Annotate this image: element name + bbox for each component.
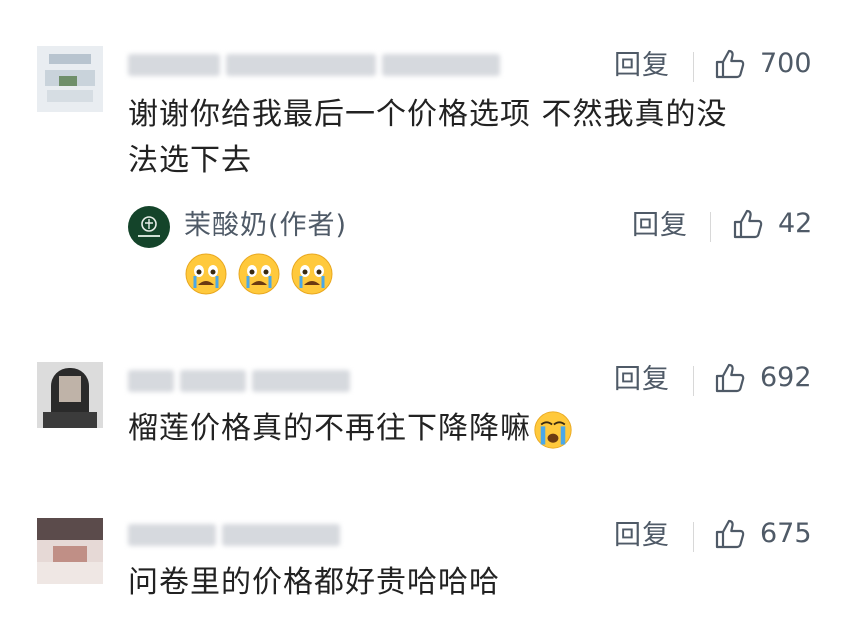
like-button[interactable]: 700 (714, 46, 812, 82)
thumbs-up-icon (715, 49, 745, 79)
like-count: 700 (760, 48, 812, 79)
comment-text: 榴莲价格真的不再往下降降嘛 (128, 406, 818, 452)
crying-face-icon (185, 253, 227, 295)
comment-text: 谢谢你给我最后一个价格选项 不然我真的没 法选下去 (128, 92, 818, 184)
reply-button[interactable]: 回复 (632, 208, 688, 244)
reply-button[interactable]: 回复 (614, 518, 670, 554)
comment-text-line: 法选下去 (128, 143, 252, 178)
username-blurred[interactable] (128, 524, 346, 546)
thumbs-up-icon (733, 209, 763, 239)
like-count: 42 (778, 208, 813, 239)
reply-button[interactable]: 回复 (614, 48, 670, 84)
author-name[interactable]: 茉酸奶(作者) (184, 208, 347, 244)
comment-list: 回复 700 谢谢你给我最后一个价格选项 不然我真的没 法选下去 茉酸奶(作者)… (0, 0, 850, 640)
crying-face-icon (534, 410, 572, 449)
username-blurred[interactable] (128, 54, 506, 76)
like-count: 692 (760, 362, 812, 393)
like-button[interactable]: 675 (714, 516, 812, 552)
crying-face-icon (291, 253, 333, 295)
comment-text-line: 问卷里的价格都好贵哈哈哈 (128, 565, 500, 600)
divider (693, 522, 694, 552)
like-button[interactable]: 692 (714, 360, 812, 396)
username-blurred[interactable] (128, 370, 356, 392)
comment-text: 问卷里的价格都好贵哈哈哈 (128, 560, 818, 606)
like-button[interactable]: 42 (732, 206, 812, 242)
crying-face-icon (238, 253, 280, 295)
reply-emoji-row (184, 252, 334, 298)
avatar[interactable] (37, 362, 103, 428)
divider (693, 366, 694, 396)
author-avatar[interactable] (128, 206, 170, 248)
thumbs-up-icon (715, 519, 745, 549)
comment-item: 回复 700 谢谢你给我最后一个价格选项 不然我真的没 法选下去 茉酸奶(作者)… (0, 0, 850, 310)
divider (710, 212, 711, 242)
avatar[interactable] (37, 518, 103, 584)
comment-text-line: 谢谢你给我最后一个价格选项 不然我真的没 (128, 97, 728, 132)
like-count: 675 (760, 518, 812, 549)
divider (693, 52, 694, 82)
brand-logo-icon (138, 216, 160, 237)
comment-text-line: 榴莲价格真的不再往下降降嘛 (128, 411, 531, 446)
avatar[interactable] (37, 46, 103, 112)
thumbs-up-icon (715, 363, 745, 393)
reply-button[interactable]: 回复 (614, 362, 670, 398)
